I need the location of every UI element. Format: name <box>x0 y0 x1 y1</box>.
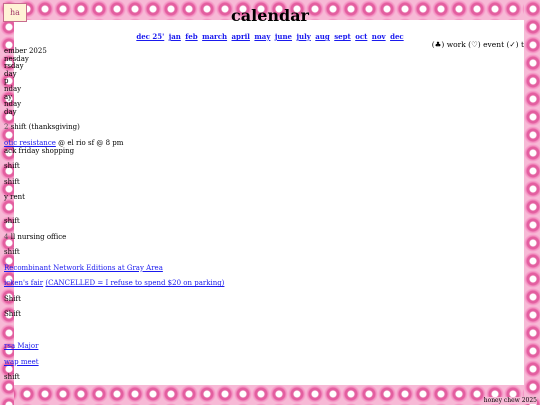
nav-link-aug[interactable]: aug <box>315 32 330 41</box>
event-text: shift (thanksgiving) <box>10 123 80 132</box>
weekday-label: nday <box>4 84 22 93</box>
nav-link-june[interactable]: june <box>275 32 292 41</box>
event-text: ll nursing office <box>10 232 67 241</box>
event-link-cancelled[interactable]: icken's fair <box>4 279 43 287</box>
event-link[interactable]: wap meet <box>4 358 39 366</box>
event-row: rsa Major <box>4 342 504 351</box>
event-row: Recombinant Network Editions at Gray Are… <box>4 264 504 273</box>
event-text: Shift <box>4 294 21 303</box>
event-row: y rent <box>4 194 504 202</box>
event-row: shift <box>4 248 504 257</box>
nav-link-nov[interactable]: nov <box>372 32 386 41</box>
event-note-link[interactable]: (CANCELLED = I refuse to spend $20 on pa… <box>45 279 224 287</box>
lace-border-right <box>524 0 540 405</box>
weekday-label: p <box>4 77 9 86</box>
event-text: shift <box>4 248 20 257</box>
nav-link-july[interactable]: july <box>296 32 310 41</box>
event-row: shift <box>4 216 504 226</box>
event-row: icken's fair (CANCELLED = I refuse to sp… <box>4 279 504 288</box>
event-row: wap meet <box>4 358 504 367</box>
event-row: Shift <box>4 294 504 304</box>
legend: (♣) work (♡) event (✓) t <box>431 40 524 49</box>
nav-link-april[interactable]: april <box>232 32 250 41</box>
nav-link-oct[interactable]: oct <box>355 32 367 41</box>
weekday-label: day <box>4 69 17 78</box>
day-number: 4 <box>4 232 9 241</box>
event-text: ack friday shopping <box>4 146 75 155</box>
event-text: shift <box>4 216 20 225</box>
event-row: shift <box>4 177 504 187</box>
footer-credit: honey chew 2025 <box>483 397 537 404</box>
nav-link-dec[interactable]: dec <box>390 32 404 41</box>
site-logo-icon[interactable]: ha <box>3 3 27 22</box>
event-text: shift <box>4 373 20 382</box>
event-text: shift <box>4 162 20 171</box>
event-link[interactable]: rsa Major <box>4 342 38 350</box>
nav-link-march[interactable]: march <box>202 32 227 41</box>
event-row: shift <box>4 373 504 382</box>
event-link[interactable]: Recombinant Network Editions at Gray Are… <box>4 264 163 272</box>
nav-link-jan[interactable]: jan <box>169 32 181 41</box>
page-title: calendar <box>231 6 309 25</box>
weekday-label: day <box>4 107 17 116</box>
weekday-label: rsday <box>4 62 24 71</box>
event-row: otic resistance @ el rio sf @ 8 pm <box>4 139 504 148</box>
event-text: y rent <box>4 193 25 202</box>
nav-link-dec25[interactable]: dec 25' <box>136 32 164 41</box>
weekday-label: ay <box>4 92 13 101</box>
nav-link-feb[interactable]: feb <box>185 32 197 41</box>
weekday-label: nesday <box>4 54 29 63</box>
day-number: 2 <box>4 123 9 132</box>
nav-link-sept[interactable]: sept <box>334 32 351 41</box>
event-row: Shift <box>4 311 504 319</box>
calendar-content: ember 2025 nesday rsday day p nday ay nd… <box>4 47 504 382</box>
event-row: 2 shift (thanksgiving) <box>4 124 504 132</box>
weekday-label: nday <box>4 100 22 109</box>
nav-link-may[interactable]: may <box>254 32 270 41</box>
month-heading: ember 2025 <box>4 47 47 55</box>
event-row: shift <box>4 162 504 171</box>
lace-border-bottom <box>0 385 540 405</box>
event-row: ack friday shopping <box>4 146 504 156</box>
event-text: Shift <box>4 310 21 319</box>
event-text: shift <box>4 177 20 186</box>
event-row: 4 ll nursing office <box>4 232 504 242</box>
